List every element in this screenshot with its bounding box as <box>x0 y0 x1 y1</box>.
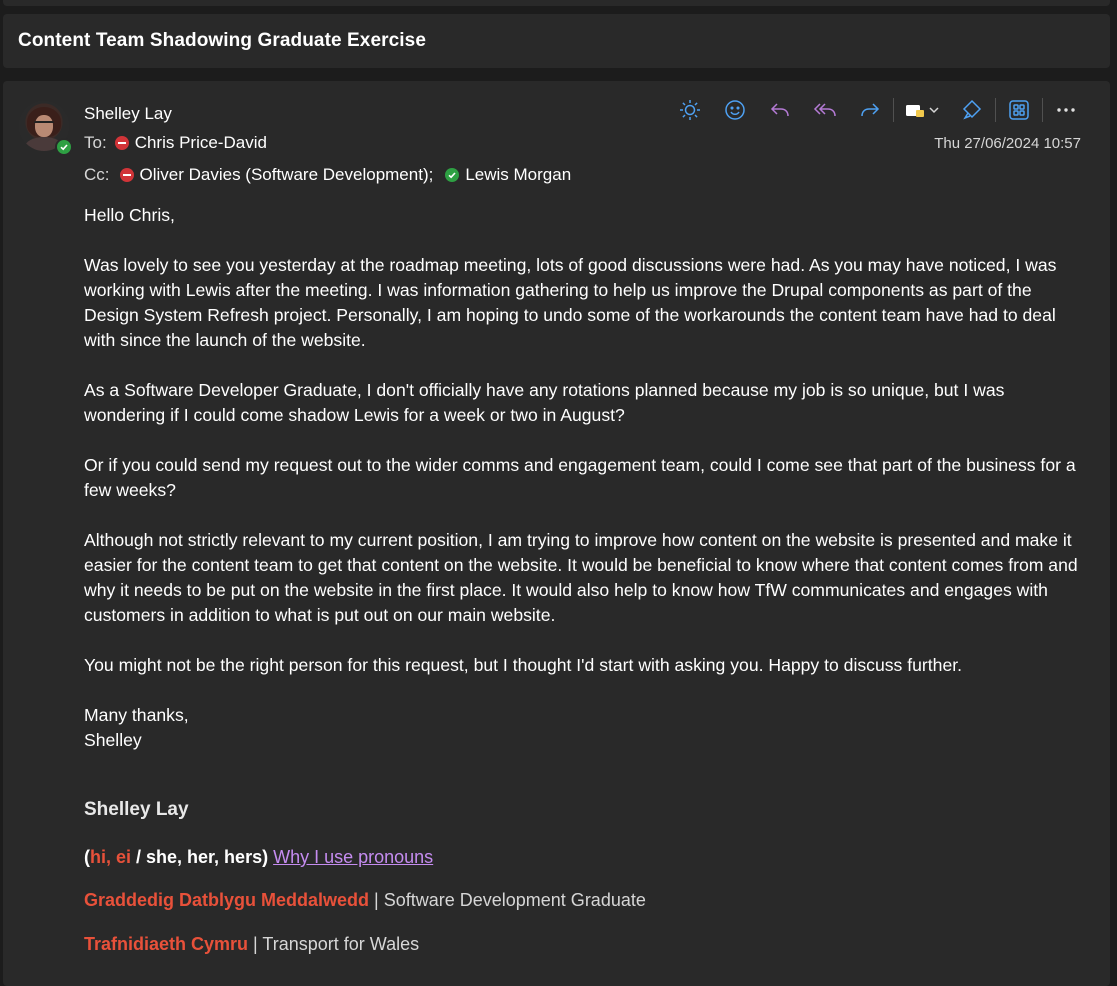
more-icon[interactable] <box>1051 95 1081 125</box>
role-separator: | <box>369 890 384 910</box>
body-paragraph: As a Software Developer Graduate, I don'… <box>84 380 1005 425</box>
recipient-chris[interactable]: Chris Price-David <box>135 133 267 153</box>
recipient-oliver[interactable]: Oliver Davies (Software Development); <box>140 165 434 185</box>
immersive-reader-icon[interactable] <box>957 95 987 125</box>
presence-available-icon <box>55 138 73 156</box>
signature-role: Graddedig Datblygu Meddalwedd | Software… <box>84 890 646 911</box>
emoji-icon[interactable] <box>720 95 750 125</box>
body-paragraph: Although not strictly relevant to my cur… <box>84 530 1078 625</box>
message-card: Shelley Lay To: Chris Price-David Cc: Ol… <box>3 81 1110 986</box>
reply-icon[interactable] <box>765 95 795 125</box>
org-welsh: Trafnidiaeth Cymru <box>84 934 249 954</box>
body-paragraph: Or if you could send my request out to t… <box>84 455 1076 500</box>
signature-pronouns: (hi, ei / she, her, hers) Why I use pron… <box>84 847 433 868</box>
toolbar-divider <box>893 98 894 122</box>
toolbar-divider <box>995 98 996 122</box>
reply-all-icon[interactable] <box>810 95 840 125</box>
closing-line: Many thanks, <box>84 705 189 725</box>
email-subject: Content Team Shadowing Graduate Exercise <box>18 30 427 51</box>
cc-label: Cc: <box>84 165 110 184</box>
body-paragraph: You might not be the right person for th… <box>84 655 963 675</box>
sent-timestamp: Thu 27/06/2024 10:57 <box>934 135 1081 152</box>
previous-message-edge <box>3 0 1110 6</box>
sun-icon[interactable] <box>675 95 705 125</box>
body-paragraph: Was lovely to see you yesterday at the r… <box>84 255 1057 350</box>
recipient-lewis[interactable]: Lewis Morgan <box>465 165 571 185</box>
role-welsh: Graddedig Datblygu Meddalwedd <box>84 890 370 910</box>
to-recipients: To: Chris Price-David <box>84 133 267 153</box>
org-separator: | <box>248 934 263 954</box>
body-greeting: Hello Chris, <box>84 205 175 225</box>
busy-status-icon <box>119 168 134 182</box>
pronouns-link[interactable]: Why I use pronouns <box>273 847 433 867</box>
busy-status-icon <box>114 136 129 150</box>
forward-icon[interactable] <box>855 95 885 125</box>
signature-name: Shelley Lay <box>84 799 189 820</box>
pronoun-english: / she, her, hers) <box>131 847 269 867</box>
role-english: Software Development Graduate <box>383 890 646 910</box>
teams-share-icon[interactable] <box>902 95 942 125</box>
signature-organisation: Trafnidiaeth Cymru | Transport for Wales <box>84 934 419 955</box>
subject-header: Content Team Shadowing Graduate Exercise <box>3 14 1110 68</box>
to-label: To: <box>84 133 107 152</box>
available-status-icon <box>445 168 460 182</box>
pronoun-welsh: hi, ei <box>90 847 132 867</box>
apps-icon[interactable] <box>1004 95 1034 125</box>
org-english: Transport for Wales <box>262 934 420 954</box>
message-body: Hello Chris, Was lovely to see you yeste… <box>84 203 1084 753</box>
cc-recipients: Cc: Oliver Davies (Software Development)… <box>84 165 571 185</box>
closing-name: Shelley <box>84 730 142 750</box>
sender-name[interactable]: Shelley Lay <box>84 104 172 124</box>
toolbar-divider <box>1042 98 1043 122</box>
message-toolbar <box>675 95 1096 125</box>
